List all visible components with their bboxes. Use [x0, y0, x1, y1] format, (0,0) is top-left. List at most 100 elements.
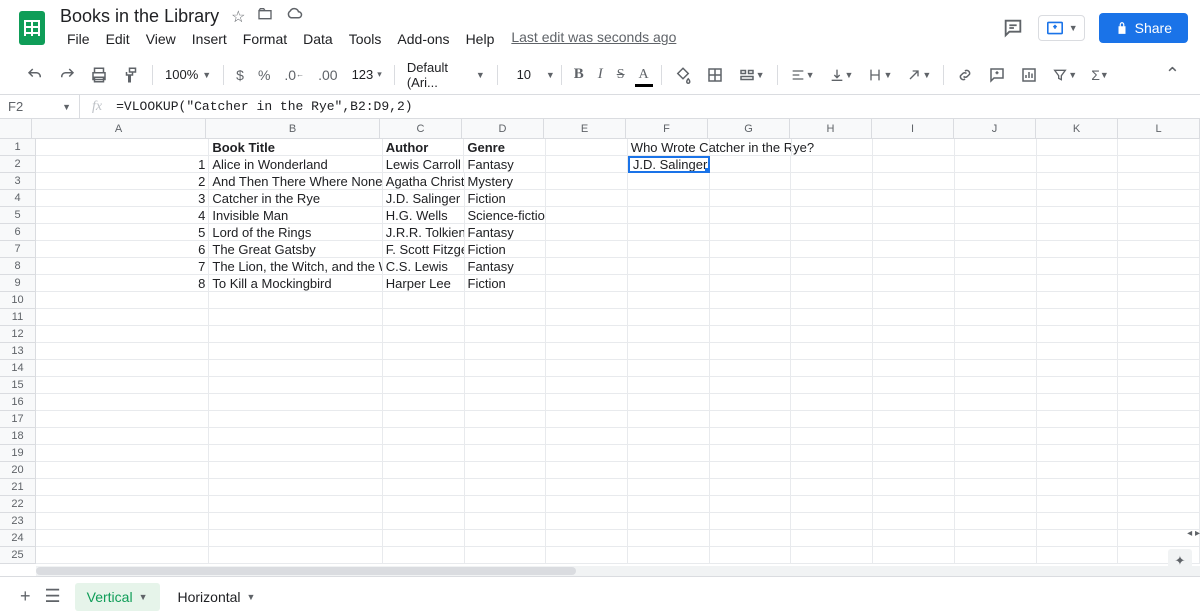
- dec-decimal-button[interactable]: .0←: [278, 63, 310, 87]
- cell-J21[interactable]: [955, 479, 1037, 496]
- cell-F9[interactable]: [628, 275, 710, 292]
- cell-J13[interactable]: [955, 343, 1037, 360]
- cell-J20[interactable]: [955, 462, 1037, 479]
- cell-D5[interactable]: Science-fiction: [465, 207, 547, 224]
- add-sheet-button[interactable]: +: [20, 586, 31, 607]
- cell-E12[interactable]: [546, 326, 628, 343]
- cell-F20[interactable]: [628, 462, 710, 479]
- cell-F21[interactable]: [628, 479, 710, 496]
- cell-I12[interactable]: [873, 326, 955, 343]
- cell-G5[interactable]: [710, 207, 792, 224]
- cell-B23[interactable]: [209, 513, 382, 530]
- cell-E3[interactable]: [546, 173, 628, 190]
- cell-L2[interactable]: [1118, 156, 1200, 173]
- cell-H22[interactable]: [791, 496, 873, 513]
- sheets-logo[interactable]: [12, 8, 52, 48]
- row-header-6[interactable]: 6: [0, 224, 36, 241]
- merge-button[interactable]: ▼: [732, 62, 771, 88]
- cell-G18[interactable]: [710, 428, 792, 445]
- cell-C17[interactable]: [383, 411, 465, 428]
- cell-L6[interactable]: [1118, 224, 1200, 241]
- cloud-icon[interactable]: [285, 7, 303, 26]
- cell-F7[interactable]: [628, 241, 710, 258]
- cell-B6[interactable]: Lord of the Rings: [209, 224, 382, 241]
- present-button[interactable]: ▼: [1038, 15, 1085, 41]
- cell-E14[interactable]: [546, 360, 628, 377]
- cell-K8[interactable]: [1037, 258, 1119, 275]
- menu-file[interactable]: File: [60, 29, 97, 49]
- cell-L4[interactable]: [1118, 190, 1200, 207]
- col-header-C[interactable]: C: [380, 119, 462, 139]
- cell-C12[interactable]: [383, 326, 465, 343]
- cell-A7[interactable]: 6: [36, 241, 209, 258]
- cell-E17[interactable]: [546, 411, 628, 428]
- cell-J14[interactable]: [955, 360, 1037, 377]
- cell-I22[interactable]: [873, 496, 955, 513]
- cell-G7[interactable]: [710, 241, 792, 258]
- cell-D19[interactable]: [465, 445, 547, 462]
- row-header-18[interactable]: 18: [0, 428, 36, 445]
- cell-B16[interactable]: [209, 394, 382, 411]
- cell-J16[interactable]: [955, 394, 1037, 411]
- cell-J7[interactable]: [955, 241, 1037, 258]
- cell-F16[interactable]: [628, 394, 710, 411]
- cell-C22[interactable]: [383, 496, 465, 513]
- cell-B1[interactable]: Book Title: [209, 139, 382, 156]
- cell-H21[interactable]: [791, 479, 873, 496]
- cell-K13[interactable]: [1037, 343, 1119, 360]
- row-header-24[interactable]: 24: [0, 530, 36, 547]
- cell-I15[interactable]: [873, 377, 955, 394]
- paint-format-button[interactable]: [116, 62, 146, 88]
- cell-E10[interactable]: [546, 292, 628, 309]
- cell-G15[interactable]: [710, 377, 792, 394]
- currency-button[interactable]: $: [230, 63, 250, 87]
- cell-H9[interactable]: [791, 275, 873, 292]
- cell-D25[interactable]: [465, 547, 547, 564]
- strike-button[interactable]: S: [611, 63, 631, 87]
- cell-G22[interactable]: [710, 496, 792, 513]
- cell-C7[interactable]: F. Scott Fitzgera: [383, 241, 465, 258]
- collapse-toolbar-button[interactable]: ⌃: [1165, 64, 1180, 85]
- cell-F6[interactable]: [628, 224, 710, 241]
- cell-J10[interactable]: [955, 292, 1037, 309]
- cell-E9[interactable]: [546, 275, 628, 292]
- row-header-11[interactable]: 11: [0, 309, 36, 326]
- number-format-select[interactable]: 123▾: [346, 65, 388, 84]
- cell-J17[interactable]: [955, 411, 1037, 428]
- cell-G10[interactable]: [710, 292, 792, 309]
- cell-H18[interactable]: [791, 428, 873, 445]
- col-header-D[interactable]: D: [462, 119, 544, 139]
- cell-C1[interactable]: Author: [383, 139, 465, 156]
- cell-B5[interactable]: Invisible Man: [209, 207, 382, 224]
- cell-B3[interactable]: And Then There Where None: [209, 173, 382, 190]
- cell-H6[interactable]: [791, 224, 873, 241]
- cell-A19[interactable]: [36, 445, 209, 462]
- cell-C3[interactable]: Agatha Christie: [383, 173, 465, 190]
- scroll-arrows[interactable]: ◂ ▸: [1187, 528, 1200, 539]
- cell-D10[interactable]: [465, 292, 547, 309]
- cell-K20[interactable]: [1037, 462, 1119, 479]
- cell-G8[interactable]: [710, 258, 792, 275]
- cell-G3[interactable]: [710, 173, 792, 190]
- cell-K18[interactable]: [1037, 428, 1119, 445]
- cell-I5[interactable]: [873, 207, 955, 224]
- horizontal-scrollbar[interactable]: [36, 566, 1200, 576]
- menu-insert[interactable]: Insert: [185, 29, 234, 49]
- cell-F23[interactable]: [628, 513, 710, 530]
- cell-B19[interactable]: [209, 445, 382, 462]
- cell-B13[interactable]: [209, 343, 382, 360]
- cell-H11[interactable]: [791, 309, 873, 326]
- cell-K19[interactable]: [1037, 445, 1119, 462]
- cell-I9[interactable]: [873, 275, 955, 292]
- cell-H12[interactable]: [791, 326, 873, 343]
- cell-L20[interactable]: [1118, 462, 1200, 479]
- italic-button[interactable]: I: [592, 62, 609, 87]
- cell-H4[interactable]: [791, 190, 873, 207]
- cell-G17[interactable]: [710, 411, 792, 428]
- cell-E16[interactable]: [546, 394, 628, 411]
- cell-B18[interactable]: [209, 428, 382, 445]
- row-header-15[interactable]: 15: [0, 377, 36, 394]
- cell-D14[interactable]: [465, 360, 547, 377]
- cell-C10[interactable]: [383, 292, 465, 309]
- rotate-button[interactable]: ▼: [900, 63, 937, 87]
